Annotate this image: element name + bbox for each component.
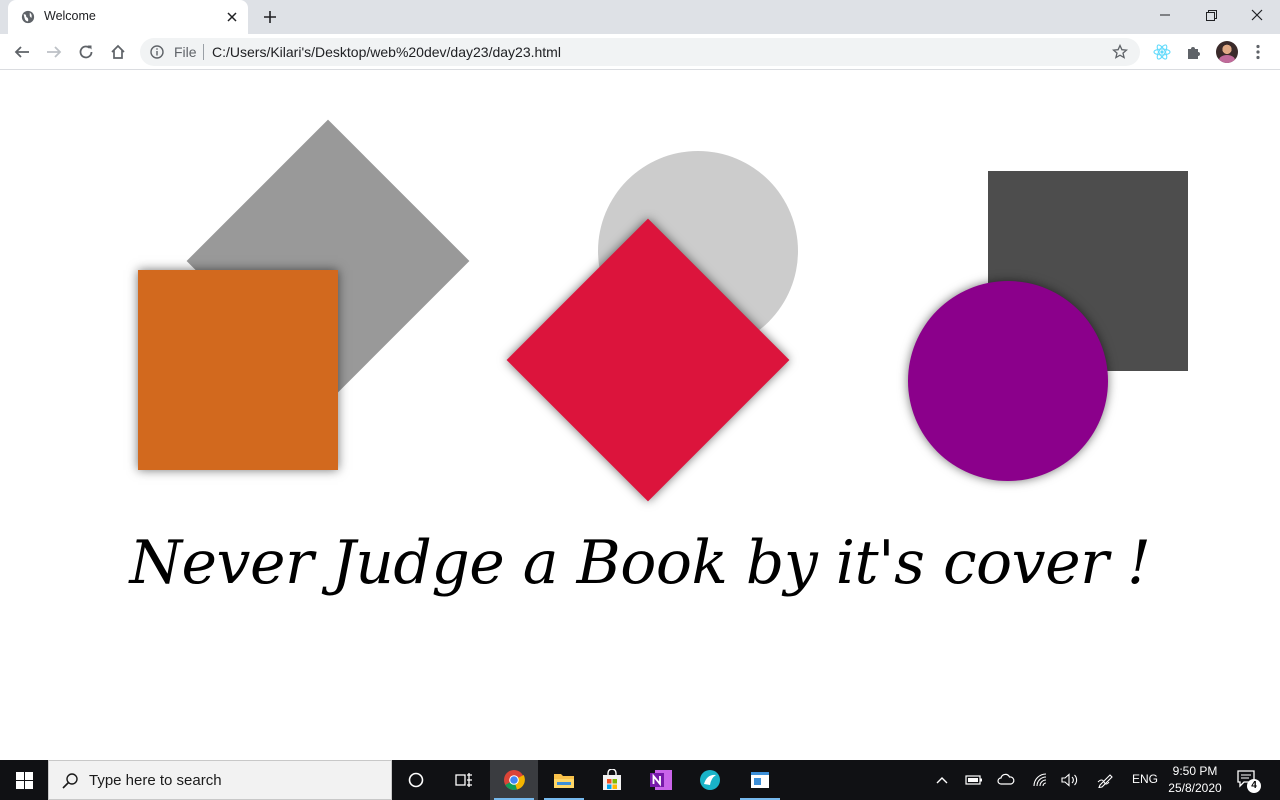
info-icon[interactable] xyxy=(150,45,164,59)
back-button[interactable] xyxy=(8,38,36,66)
clock[interactable]: 9:50 PM 25/8/2020 xyxy=(1160,763,1230,797)
onenote-icon xyxy=(650,770,672,790)
react-icon xyxy=(1153,44,1171,60)
tab-welcome[interactable]: Welcome xyxy=(8,0,248,34)
orange-square xyxy=(138,270,338,470)
volume-button[interactable] xyxy=(1060,770,1080,790)
browser-toolbar: File C:/Users/Kilari's/Desktop/web%20dev… xyxy=(0,34,1280,70)
site-scheme-label: File xyxy=(174,44,197,60)
minimize-button[interactable] xyxy=(1142,0,1188,30)
input-language[interactable]: ENG xyxy=(1132,772,1158,786)
notification-count-badge: 4 xyxy=(1247,779,1261,793)
tab-strip: Welcome xyxy=(0,0,1280,34)
browser-window: Welcome File C:/Users/Kilari's/Desktop/w… xyxy=(0,0,1280,800)
cortana-button[interactable] xyxy=(392,760,440,800)
bookmark-star-icon[interactable] xyxy=(1112,44,1128,60)
purple-circle xyxy=(908,281,1108,481)
chevron-up-icon xyxy=(936,777,948,784)
tagline-heading: Never Judge a Book by it's cover ! xyxy=(129,528,1151,598)
more-vertical-icon xyxy=(1256,44,1260,60)
address-bar[interactable]: File C:/Users/Kilari's/Desktop/web%20dev… xyxy=(140,38,1140,66)
globe-icon xyxy=(21,10,35,24)
restore-button[interactable] xyxy=(1188,0,1234,30)
chrome-icon xyxy=(504,770,525,790)
file-explorer-button[interactable] xyxy=(540,760,588,800)
app-icon xyxy=(700,770,720,790)
reload-icon xyxy=(79,45,93,59)
restore-icon xyxy=(1205,9,1217,21)
clock-time: 9:50 PM xyxy=(1172,764,1218,778)
task-view-button[interactable] xyxy=(440,760,488,800)
battery-button[interactable] xyxy=(964,770,984,790)
extensions-button[interactable] xyxy=(1180,38,1208,66)
close-icon xyxy=(227,12,237,22)
arrow-left-icon xyxy=(14,46,29,58)
puzzle-piece-icon xyxy=(1188,47,1200,59)
close-icon xyxy=(1251,9,1263,21)
plus-icon xyxy=(264,11,276,23)
pen-workspace-button[interactable] xyxy=(1096,770,1116,790)
reload-button[interactable] xyxy=(72,38,100,66)
windows-taskbar: Type here to search ENG 9:50 PM 25/8/202… xyxy=(0,760,1280,800)
folder-icon xyxy=(554,774,574,788)
show-hidden-icons-button[interactable] xyxy=(932,770,952,790)
home-icon xyxy=(111,44,125,59)
cloud-icon xyxy=(997,773,1015,785)
menu-button[interactable] xyxy=(1244,38,1272,66)
close-window-button[interactable] xyxy=(1234,0,1280,30)
search-icon xyxy=(62,773,78,789)
profile-avatar[interactable] xyxy=(1216,41,1238,63)
react-devtools-extension-button[interactable] xyxy=(1148,38,1176,66)
pen-icon xyxy=(1097,774,1113,788)
tab-title: Welcome xyxy=(44,9,96,23)
onedrive-button[interactable] xyxy=(996,770,1016,790)
omnibox-divider xyxy=(203,44,204,60)
taskbar-search-box[interactable]: Type here to search xyxy=(48,760,392,800)
cortana-icon xyxy=(408,772,424,788)
windows-logo-icon xyxy=(15,771,33,789)
network-button[interactable] xyxy=(1030,770,1050,790)
speaker-icon xyxy=(1061,773,1078,787)
action-center-button[interactable]: 4 xyxy=(1236,768,1261,793)
chrome-taskbar-button[interactable] xyxy=(490,760,538,800)
new-tab-button[interactable] xyxy=(258,6,282,28)
clock-date: 25/8/2020 xyxy=(1168,781,1222,795)
forward-button[interactable] xyxy=(40,38,68,66)
notepad-button[interactable] xyxy=(736,760,784,800)
start-button[interactable] xyxy=(0,760,48,800)
arrow-right-icon xyxy=(47,46,62,58)
wifi-icon xyxy=(1033,773,1047,787)
minimize-icon xyxy=(1160,14,1170,16)
home-button[interactable] xyxy=(104,38,132,66)
search-placeholder: Type here to search xyxy=(89,772,222,789)
store-bag-icon xyxy=(603,769,621,790)
app-button[interactable] xyxy=(686,760,734,800)
page-content: Never Judge a Book by it's cover ! xyxy=(0,70,1280,760)
task-view-icon xyxy=(455,773,472,787)
notepad-icon xyxy=(751,772,769,788)
close-tab-button[interactable] xyxy=(224,9,240,25)
onenote-button[interactable] xyxy=(637,760,685,800)
store-button[interactable] xyxy=(588,760,636,800)
battery-icon xyxy=(965,775,982,785)
url-text[interactable]: C:/Users/Kilari's/Desktop/web%20dev/day2… xyxy=(212,44,561,60)
